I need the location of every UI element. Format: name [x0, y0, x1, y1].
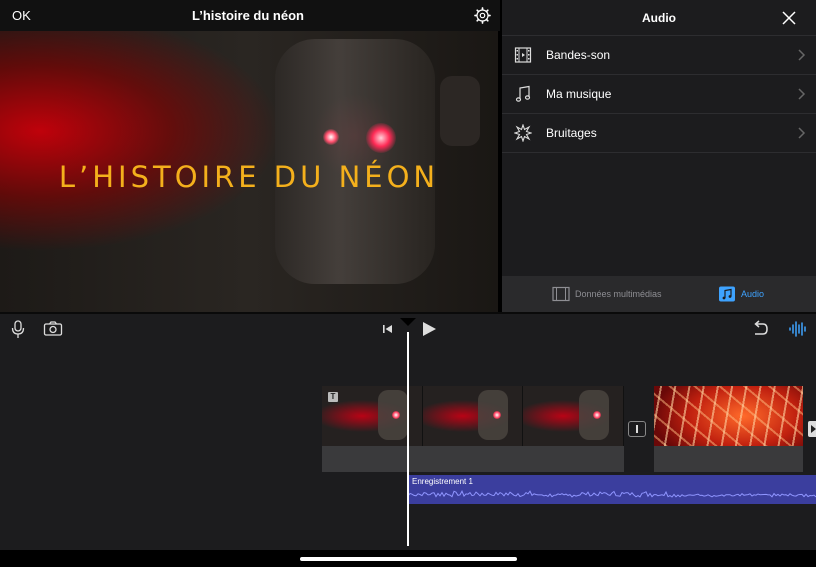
project-title: L’histoire du néon: [192, 8, 304, 23]
tab-label: Données multimédias: [575, 289, 662, 299]
tab-label: Audio: [741, 289, 765, 299]
burst-icon: [514, 124, 532, 142]
panel-title: Audio: [642, 11, 676, 25]
gear-icon[interactable]: [474, 7, 491, 24]
chevron-right-icon: [798, 88, 806, 100]
undo-icon[interactable]: [750, 319, 770, 339]
viewer-toolbar: OK L’histoire du néon: [0, 0, 500, 31]
playhead[interactable]: [407, 332, 409, 546]
audio-icon: [719, 286, 735, 302]
home-indicator[interactable]: [300, 557, 517, 561]
chevron-right-icon[interactable]: [808, 421, 816, 437]
audio-item-label: Bandes-son: [546, 48, 611, 62]
clip-thumbnail: [422, 386, 524, 446]
film-strip-icon: [514, 47, 532, 63]
video-clip-neon[interactable]: [654, 386, 803, 446]
microphone-icon[interactable]: [8, 319, 28, 339]
clip-audio-lane: [654, 446, 803, 472]
audio-panel: Audio Bandes-son Ma musique Bruitages Do…: [502, 0, 816, 312]
play-icon[interactable]: [419, 319, 439, 339]
audio-clip-recording[interactable]: Enregistrement 1: [408, 475, 816, 504]
video-clip-projector[interactable]: [322, 386, 624, 446]
clip-audio-lane: [322, 446, 624, 472]
clip-thumbnail: [523, 386, 624, 446]
red-light: [323, 129, 339, 145]
media-icon: [552, 286, 570, 302]
waveform-icon[interactable]: [788, 319, 808, 339]
audio-item-sound-effects[interactable]: Bruitages: [502, 114, 816, 153]
audio-item-label: Ma musique: [546, 87, 612, 101]
audio-item-my-music[interactable]: Ma musique: [502, 75, 816, 114]
transition-button[interactable]: [628, 421, 646, 437]
title-badge: T: [328, 392, 338, 402]
chevron-right-icon: [798, 49, 806, 61]
projector-knob: [440, 76, 480, 146]
red-light: [366, 123, 396, 153]
audio-item-soundtracks[interactable]: Bandes-son: [502, 36, 816, 75]
timeline: T Enregistrement 1: [0, 312, 816, 567]
chevron-right-icon: [798, 127, 806, 139]
video-preview[interactable]: L’HISTOIRE DU NÉON: [0, 31, 498, 312]
close-icon[interactable]: [782, 11, 796, 25]
audio-waveform: [408, 490, 816, 498]
music-note-icon: [515, 85, 531, 102]
camera-icon[interactable]: [43, 319, 63, 339]
skip-to-start-icon[interactable]: [378, 319, 398, 339]
media-tab-bar: Données multimédias Audio: [502, 276, 816, 312]
video-viewer: OK L’histoire du néon L’HISTOIRE DU NÉON: [0, 0, 500, 312]
playhead-marker: [400, 318, 416, 326]
video-title-overlay: L’HISTOIRE DU NÉON: [58, 160, 440, 194]
audio-item-label: Bruitages: [546, 126, 597, 140]
